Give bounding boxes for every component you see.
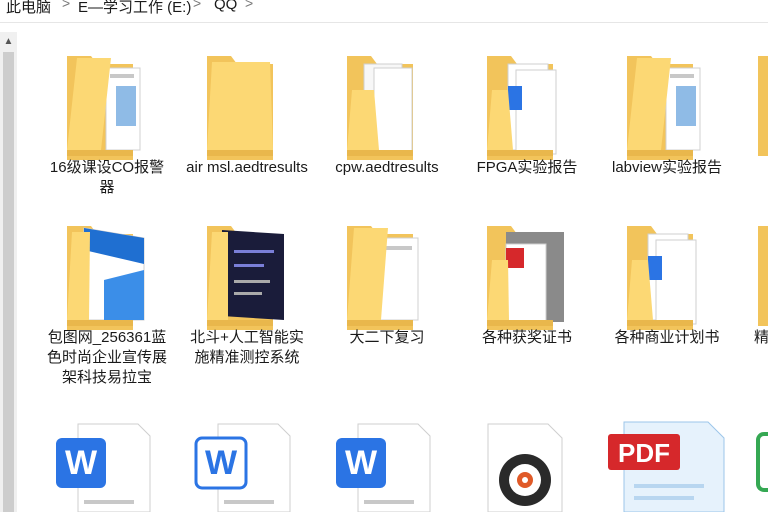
scroll-thumb[interactable] <box>3 52 14 512</box>
folder-icon <box>744 220 768 332</box>
folder-icon <box>184 50 310 162</box>
word-badge-glyph: W <box>345 444 378 482</box>
word-badge-glyph: W <box>205 444 238 482</box>
folder-word-icon <box>604 220 730 332</box>
scroll-up-button[interactable]: ▲ <box>0 32 17 50</box>
item-label: cpw.aedtresults <box>335 159 439 176</box>
partial-green-file-icon <box>756 432 768 492</box>
item-label: 大二下复习 <box>349 329 425 346</box>
item-label: air msl.aedtresults <box>186 159 308 176</box>
partial-folder-top-right <box>758 56 768 156</box>
item-label: 精 <box>754 329 768 346</box>
pdf-file-icon: PDF <box>604 420 730 532</box>
item-label: 各种商业计划书 <box>614 329 720 346</box>
folder-dark-poster-icon <box>184 220 310 332</box>
breadcrumb-this-pc[interactable]: 此电脑 <box>6 0 51 17</box>
breadcrumb-separator: > <box>62 0 71 11</box>
item-label: 16级课设CO报警器 <box>49 159 165 196</box>
breadcrumb-drive-e[interactable]: E—学习工作 (E:) <box>78 0 191 17</box>
folder-docs-icon <box>604 50 730 162</box>
word-file-icon: W <box>324 420 450 532</box>
address-bar[interactable]: 此电脑 > E—学习工作 (E:) > QQ > <box>0 0 768 23</box>
folder-docs-icon <box>44 50 170 162</box>
word-badge-glyph: W <box>65 444 98 482</box>
pdf-badge-text: PDF <box>618 438 670 468</box>
folder-docs-icon <box>324 220 450 332</box>
breadcrumb-qq[interactable]: QQ <box>214 0 237 13</box>
item-label: FPGA实验报告 <box>476 159 578 176</box>
word-file-icon: W <box>44 420 170 532</box>
item-label: 包图网_256361蓝色时尚企业宣传展架科技易拉宝 <box>46 329 167 386</box>
vertical-scrollbar[interactable]: ▲ <box>0 32 17 512</box>
item-label: 北斗+人工智能实施精准测控系统 <box>190 329 304 366</box>
folder-brochure-icon <box>44 220 170 332</box>
word-file-icon: W <box>184 420 310 532</box>
folder-word-icon <box>464 50 590 162</box>
folder-pdf-photo-icon <box>464 220 590 332</box>
breadcrumb-separator: > <box>245 0 254 11</box>
item-label: labview实验报告 <box>611 159 723 176</box>
media-file-icon <box>464 420 590 532</box>
item-label: 各种获奖证书 <box>481 329 572 346</box>
folder-papers-icon <box>324 50 450 162</box>
breadcrumb-separator: > <box>193 0 202 11</box>
